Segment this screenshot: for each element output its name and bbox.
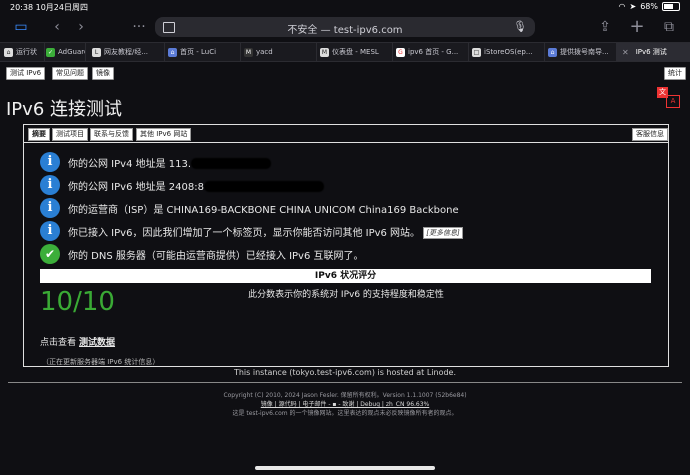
tab-faq[interactable]: 常见问题 (52, 67, 88, 80)
hosted-notice: This instance (tokyo.test-ipv6.com) is h… (233, 368, 457, 377)
info-icon: i (40, 198, 60, 218)
ipv6-row: i 你的公网 IPv6 地址是 2408:8 (40, 175, 324, 195)
ipv4-row: i 你的公网 IPv4 地址是 113. (40, 152, 272, 172)
info-icon: i (40, 152, 60, 172)
divider (8, 382, 682, 383)
location-icon: ➤ (629, 2, 637, 11)
more-info-button[interactable]: [更多信息] (423, 226, 463, 239)
results-panel: 摘要 测试项目 联系与反馈 其他 IPv6 网站 客服信息 i 你的公网 IPv… (23, 124, 669, 367)
tab-close-icon[interactable]: ✕ (622, 48, 629, 57)
tab-item[interactable]: ⌂ 运行状 (0, 43, 45, 61)
subtab-other-sites[interactable]: 其他 IPv6 网站 (136, 128, 192, 141)
status-time: 20:38 (10, 3, 34, 12)
tab-bar: ⌂ 运行状 ✓ AdGuard L 网友教程/经... ⌂ 首页 - LuCi Myac… (0, 42, 690, 62)
tab-favicon-icon: ⌂ (168, 47, 177, 57)
url-text: test-ipv6.com (333, 25, 403, 36)
back-icon[interactable]: ‹ (48, 18, 66, 36)
insecure-label: 不安全 — (287, 25, 331, 36)
tab-favicon-icon: ⌂ (4, 47, 13, 57)
ipv6-tab-row: i 你已接入 IPv6，因此我们增加了一个标签页，显示你能否访问其他 IPv6 … (40, 221, 463, 241)
share-icon[interactable]: ⇪ (596, 18, 614, 36)
isp-row: i 你的运营商（ISP）是 CHINA169-BACKBONE CHINA UN… (40, 198, 459, 218)
tab-item[interactable]: □ iStoreOS(ep... (468, 43, 545, 61)
status-date: 10月24日周四 (35, 3, 88, 12)
copyright-text: Copyright (C) 2010, 2024 Jason Fesler. 保… (223, 392, 467, 399)
language-icon[interactable]: 文 A (657, 87, 680, 108)
ipv6-text: 你的公网 IPv6 地址是 2408:8 (68, 181, 204, 193)
tab-item[interactable]: Gipv6 首页 - G... (392, 43, 469, 61)
home-indicator[interactable] (255, 466, 435, 470)
dns-text: 你的 DNS 服务器（可能由运营商提供）已经接入 IPv6 互联网了。 (68, 250, 364, 262)
info-icon: i (40, 221, 60, 241)
tab-item[interactable]: ✓ AdGuard (44, 43, 86, 61)
subtab-bar: 摘要 测试项目 联系与反馈 其他 IPv6 网站 客服信息 (24, 125, 668, 143)
tab-favicon-icon: □ (472, 47, 481, 57)
forward-icon[interactable]: › (72, 18, 90, 36)
test-data-line: 点击查看 测试数据 (40, 335, 115, 348)
sidebar-icon[interactable]: ▭ (12, 18, 30, 36)
wifi-icon: ◠ (618, 2, 626, 11)
ipv4-text: 你的公网 IPv4 地址是 113. (68, 158, 192, 170)
subtab-summary[interactable]: 摘要 (28, 128, 50, 141)
tab-overview-icon[interactable]: ⧉ (660, 18, 678, 36)
tab-favicon-icon: G (396, 47, 405, 57)
battery-percent: 68% (640, 2, 658, 11)
score-value: 10/10 (40, 287, 115, 317)
test-data-link[interactable]: 测试数据 (79, 338, 115, 348)
browser-toolbar: ▭ ‹ › ··· 不安全 — test-ipv6.com 🎙 ⇪ + ⧉ (0, 14, 690, 40)
subtab-tests[interactable]: 测试项目 (52, 128, 88, 141)
microphone-icon[interactable]: 🎙 (513, 20, 527, 33)
dns-row: ✔ 你的 DNS 服务器（可能由运营商提供）已经接入 IPv6 互联网了。 (40, 244, 364, 264)
tab-favicon-icon: M (320, 47, 329, 57)
redacted-block (191, 158, 272, 169)
test-data-prefix: 点击查看 (40, 338, 77, 348)
tab-mirrors[interactable]: 镜像 (92, 67, 114, 80)
isp-text: 你的运营商（ISP）是 CHINA169-BACKBONE CHINA UNIC… (68, 204, 459, 216)
tab-item-active[interactable]: ✕ IPv6 测试 (616, 43, 690, 61)
new-tab-icon[interactable]: + (628, 18, 646, 36)
more-icon[interactable]: ··· (130, 18, 148, 36)
tab-item[interactable]: Myacd (240, 43, 317, 61)
tab-item[interactable]: ⌂ 首页 - LuCi (164, 43, 241, 61)
redacted-block (203, 181, 324, 192)
score-description: 此分数表示你的系统对 IPv6 的支持程度和稳定性 (248, 290, 444, 300)
footer-links[interactable]: 镜像 | 源代码 | 电子邮件 - ▪ - 致谢 | Debug | zh_CN… (0, 399, 690, 408)
tab-item[interactable]: ⌂ 提供拨号南导... (544, 43, 617, 61)
mirror-note: 这是 test-ipv6.com 的一个镜像网站。这里表达的观点未必反映镜像所有… (232, 410, 458, 417)
status-bar: 20:38 10月24日周四 ◠ ➤ 68% (0, 0, 690, 14)
info-icon: i (40, 175, 60, 195)
check-icon: ✔ (40, 244, 60, 264)
tab-test-ipv6[interactable]: 测试 IPv6 (6, 67, 46, 80)
subtab-admin-info[interactable]: 客服信息 (632, 128, 668, 141)
updating-status: （正在更新服务器端 IPv6 统计信息） (42, 358, 160, 366)
tab-favicon-icon: M (244, 47, 253, 57)
site-nav: 测试 IPv6 常见问题 镜像 统计 (0, 66, 690, 80)
subtab-contact[interactable]: 联系与反馈 (90, 128, 133, 141)
tab-item[interactable]: L 网友教程/经... (88, 43, 165, 61)
score-header: IPv6 状况评分 (40, 269, 651, 283)
battery-icon (662, 2, 680, 11)
tab-stats[interactable]: 统计 (664, 67, 686, 80)
tab-favicon-icon: ⌂ (548, 47, 557, 57)
address-bar[interactable]: 不安全 — test-ipv6.com 🎙 (155, 17, 535, 37)
ipv6-tab-text: 你已接入 IPv6，因此我们增加了一个标签页，显示你能否访问其他 IPv6 网站… (68, 227, 421, 239)
tab-favicon-icon: L (92, 47, 101, 57)
page-title: IPv6 连接测试 (6, 99, 122, 120)
tab-favicon-icon: ✓ (46, 47, 55, 57)
tab-item[interactable]: M 仪表盘 - MESL (316, 43, 393, 61)
